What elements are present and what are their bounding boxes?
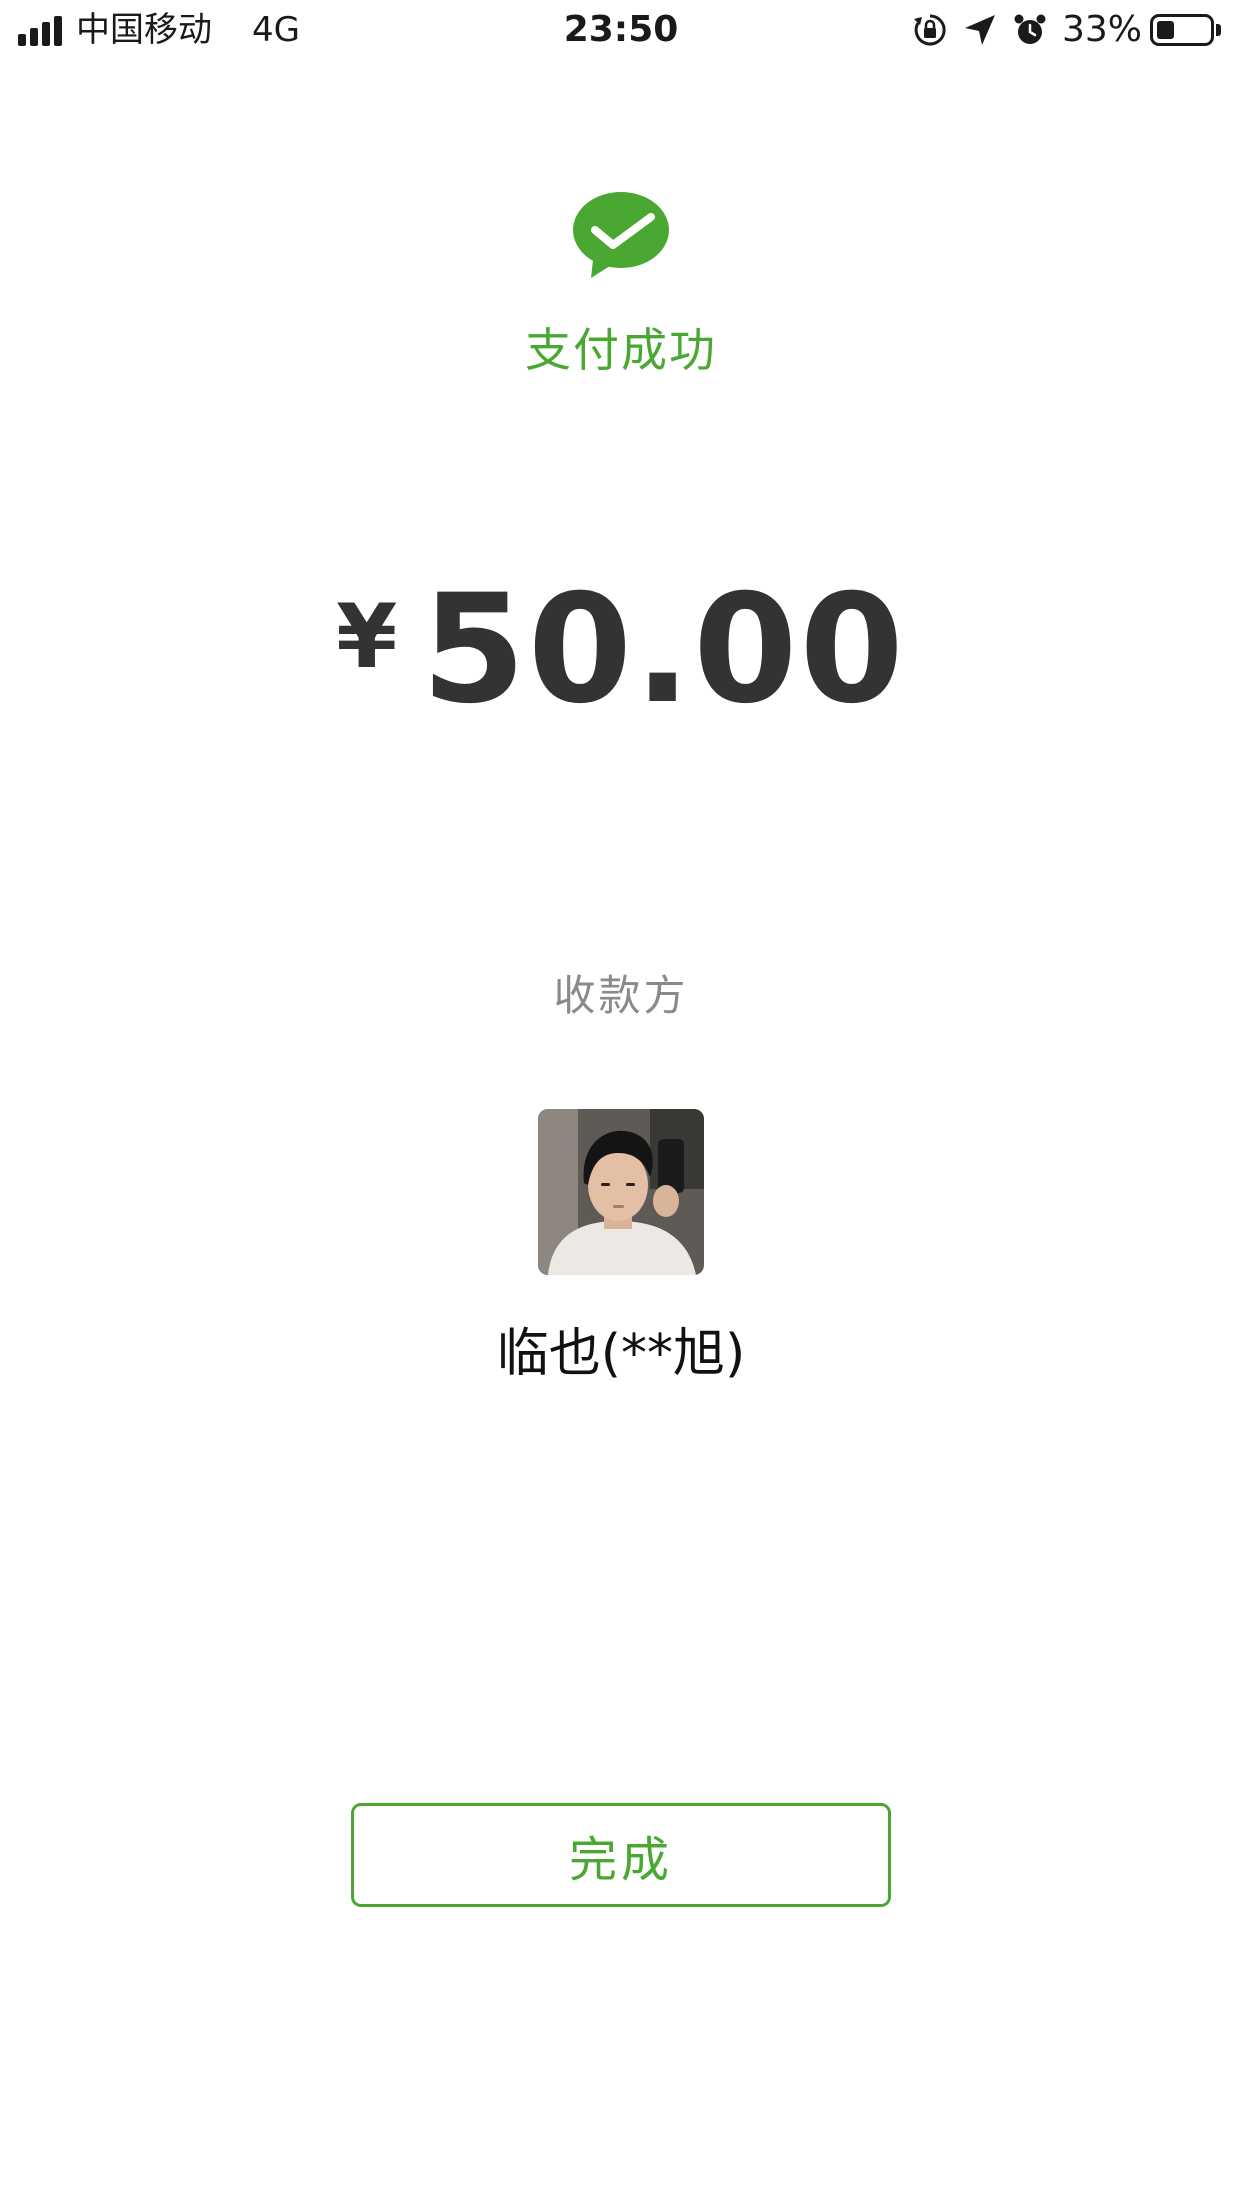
payment-amount: ¥50.00 [0, 575, 1242, 725]
orientation-lock-icon [914, 14, 946, 46]
wechat-pay-check-icon [573, 192, 669, 278]
payment-success-title: 支付成功 [525, 323, 717, 377]
status-bar: 中国移动 4G 23:50 33% [0, 0, 1242, 62]
alarm-icon [1014, 14, 1046, 44]
battery-percent: 33% [1062, 9, 1143, 50]
battery-cap [1216, 24, 1221, 36]
payee-label: 收款方 [553, 971, 689, 1020]
currency-symbol: ¥ [336, 585, 398, 688]
payee-name: 临也(**旭) [496, 1324, 746, 1384]
location-icon [965, 15, 995, 45]
status-time: 23:50 [563, 9, 679, 50]
payee-avatar [538, 1109, 704, 1275]
payee-avatar-photo [538, 1109, 704, 1275]
amount-value: 50.00 [421, 563, 906, 737]
battery-level-fill [1157, 21, 1174, 39]
battery-icon [1150, 14, 1214, 46]
done-button[interactable]: 完成 [351, 1803, 891, 1907]
done-button-label: 完成 [568, 1832, 673, 1888]
